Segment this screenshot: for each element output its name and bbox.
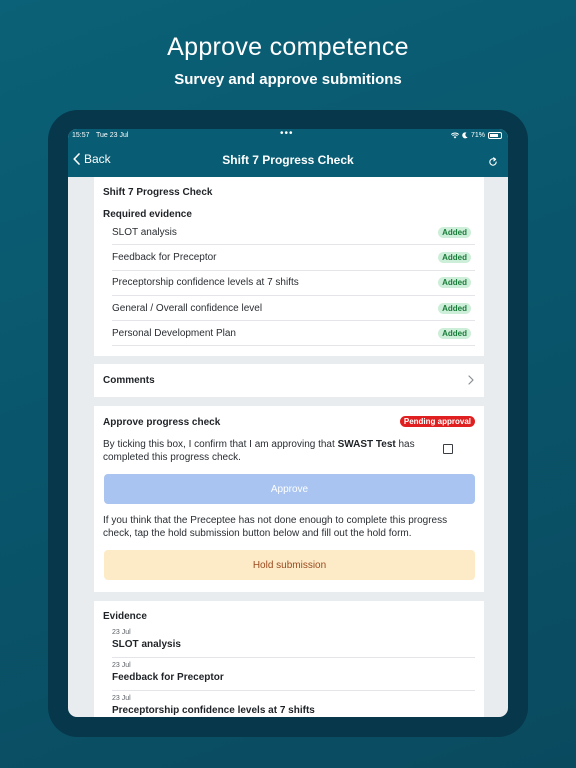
status-bar: 15:57 Tue 23 Jul ••• 71% <box>68 129 508 143</box>
evidence-label: Personal Development Plan <box>112 327 236 339</box>
required-evidence-row[interactable]: General / Overall confidence level Added <box>112 296 475 322</box>
evidence-date: 23 Jul <box>112 662 131 669</box>
approve-title: Approve progress check <box>103 417 221 428</box>
comments-label: Comments <box>103 375 155 386</box>
required-evidence-heading: Required evidence <box>103 209 192 220</box>
confirm-prefix: By ticking this box, I confirm that I am… <box>103 439 338 450</box>
evidence-name: Preceptorship confidence levels at 7 shi… <box>112 705 315 716</box>
progress-check-title: Shift 7 Progress Check <box>103 187 213 198</box>
battery-icon <box>488 132 502 139</box>
promo-subtitle: Survey and approve submitions <box>174 71 402 88</box>
status-time: 15:57 <box>72 132 90 139</box>
evidence-date: 23 Jul <box>112 629 131 636</box>
evidence-name: Feedback for Preceptor <box>112 672 224 683</box>
evidence-label: General / Overall confidence level <box>112 302 263 314</box>
evidence-label: Preceptorship confidence levels at 7 shi… <box>112 277 299 289</box>
hold-instructions: If you think that the Preceptee has not … <box>103 515 448 539</box>
evidence-list-item[interactable]: 23 Jul Feedback for Preceptor <box>112 658 475 691</box>
required-evidence-row[interactable]: Feedback for Preceptor Added <box>112 245 475 271</box>
evidence-date: 23 Jul <box>112 695 131 702</box>
added-badge: Added <box>438 327 471 339</box>
tablet-frame: 15:57 Tue 23 Jul ••• 71% Back Shift 7 Pr… <box>48 110 528 737</box>
evidence-name: SLOT analysis <box>112 639 181 650</box>
refresh-button[interactable] <box>488 154 498 172</box>
app-screen: 15:57 Tue 23 Jul ••• 71% Back Shift 7 Pr… <box>68 129 508 717</box>
approve-card: Approve progress check Pending approval … <box>94 406 484 592</box>
approve-button[interactable]: Approve <box>104 474 475 504</box>
evidence-list-item[interactable]: 23 Jul Preceptorship confidence levels a… <box>112 691 475 717</box>
promo-title: Approve competence <box>167 33 409 61</box>
wifi-icon <box>450 132 459 139</box>
page-title: Shift 7 Progress Check <box>222 153 354 167</box>
comments-row[interactable]: Comments <box>94 364 484 397</box>
status-right: 71% <box>450 132 502 139</box>
evidence-list-item[interactable]: 23 Jul SLOT analysis <box>112 625 475 658</box>
required-evidence-row[interactable]: Preceptorship confidence levels at 7 shi… <box>112 271 475 296</box>
refresh-icon <box>489 157 497 166</box>
multitask-dots[interactable]: ••• <box>280 129 294 139</box>
confirm-checkbox[interactable] <box>443 444 453 454</box>
evidence-list: 23 Jul SLOT analysis 23 Jul Feedback for… <box>112 625 475 717</box>
moon-icon <box>462 132 468 139</box>
evidence-card: Evidence 23 Jul SLOT analysis 23 Jul Fee… <box>94 601 484 717</box>
added-badge: Added <box>438 277 471 289</box>
confirm-name: SWAST Test <box>337 439 396 450</box>
pending-approval-badge: Pending approval <box>399 416 475 427</box>
required-evidence-row[interactable]: Personal Development Plan Added <box>112 321 475 347</box>
evidence-label: SLOT analysis <box>112 226 177 238</box>
confirm-text: By ticking this box, I confirm that I am… <box>103 438 423 464</box>
required-evidence-list: SLOT analysis Added Feedback for Precept… <box>112 220 475 347</box>
progress-check-card: Shift 7 Progress Check Required evidence… <box>94 177 484 356</box>
required-evidence-row[interactable]: SLOT analysis Added <box>112 220 475 246</box>
status-date: Tue 23 Jul <box>96 132 129 139</box>
added-badge: Added <box>438 302 471 314</box>
evidence-label: Feedback for Preceptor <box>112 251 217 263</box>
added-badge: Added <box>438 226 471 238</box>
nav-bar: Back Shift 7 Progress Check <box>68 143 508 177</box>
added-badge: Added <box>438 251 471 263</box>
hold-submission-button[interactable]: Hold submission <box>104 550 475 580</box>
evidence-heading: Evidence <box>103 611 147 622</box>
battery-percent: 71% <box>470 132 485 139</box>
chevron-right-icon <box>468 375 474 385</box>
